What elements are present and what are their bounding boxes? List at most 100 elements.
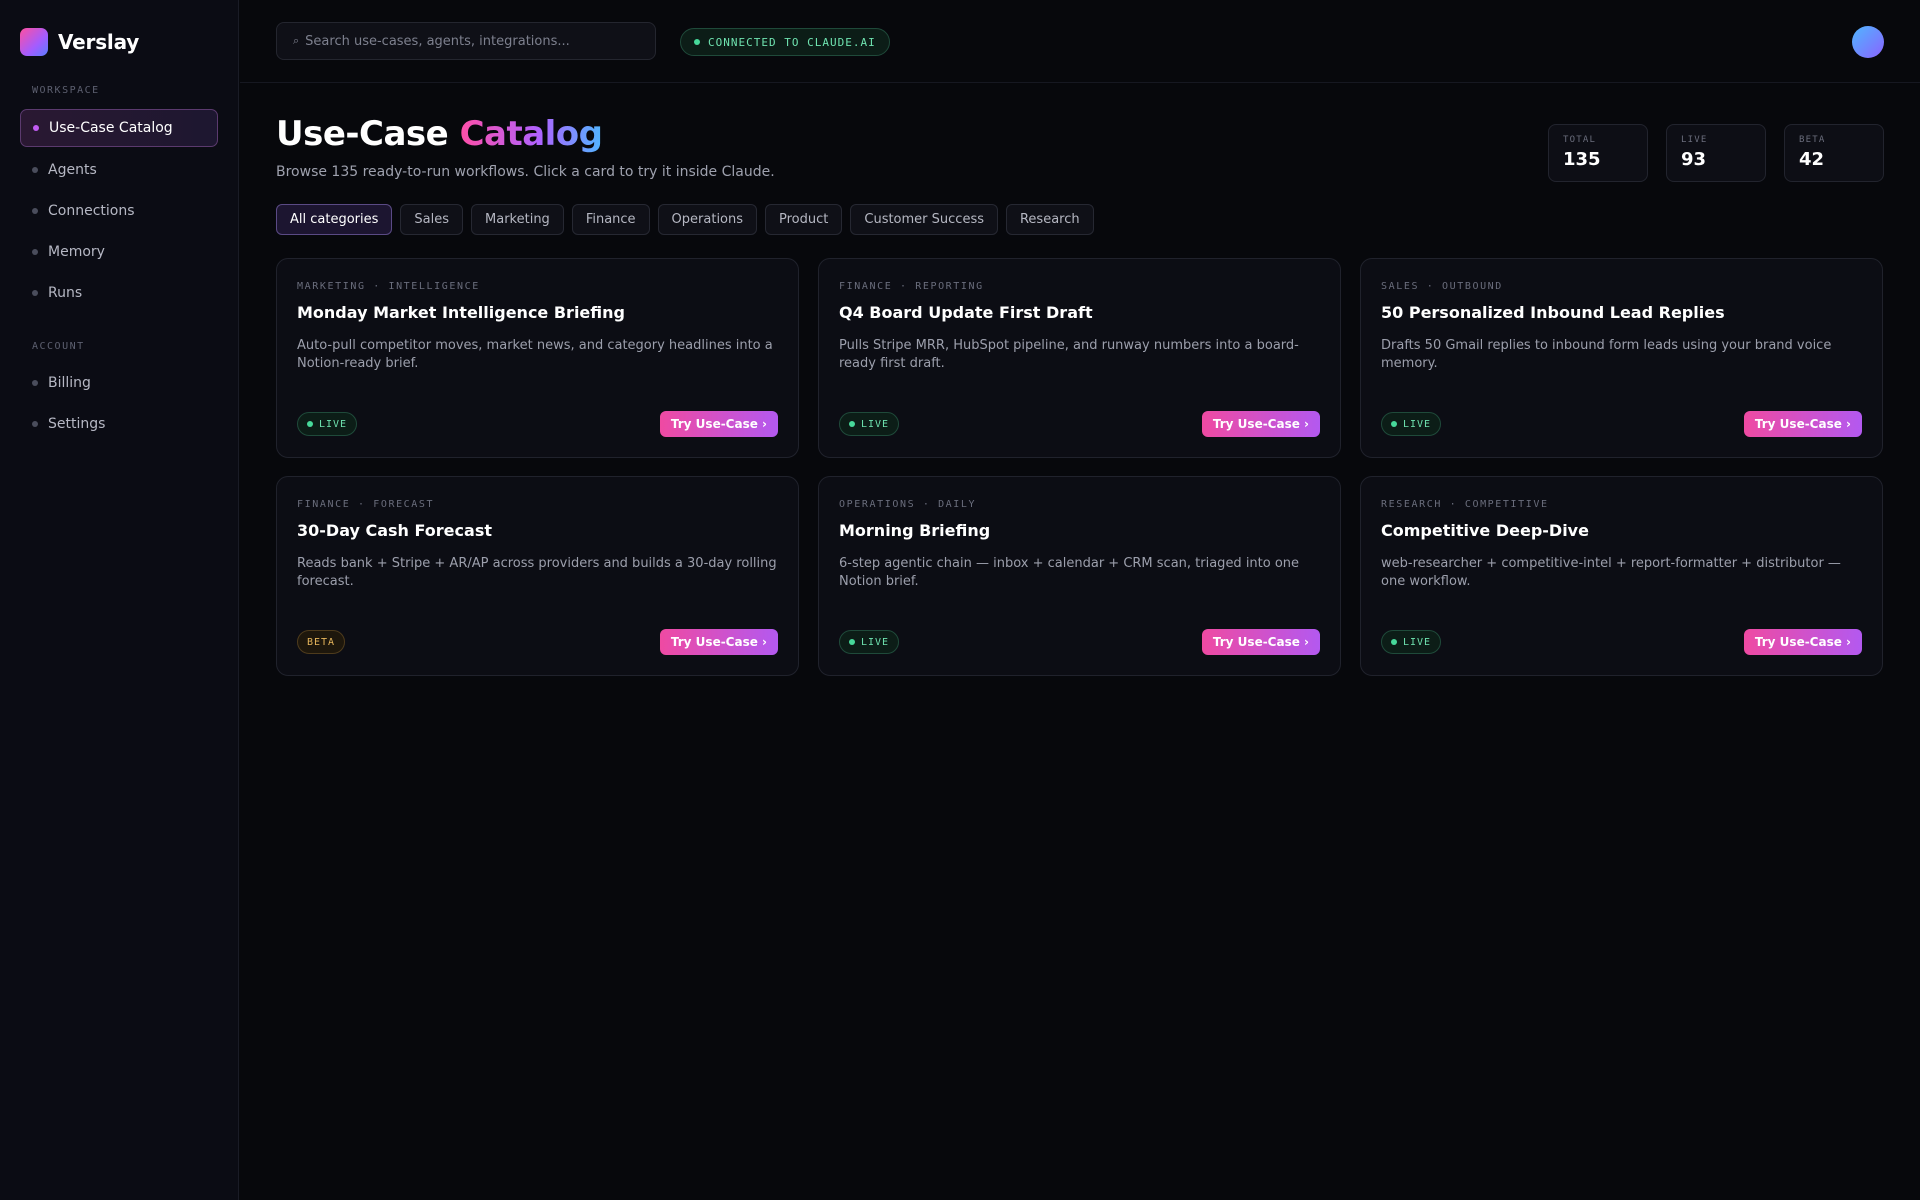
- status-dot-icon: [1391, 421, 1397, 427]
- try-use-case-button[interactable]: Try Use-Case ›: [659, 629, 778, 655]
- stat-label: TOTAL: [1563, 135, 1597, 145]
- filter-research[interactable]: Research: [1005, 204, 1094, 235]
- nav-dot-icon: [32, 290, 38, 296]
- nav-section-account: ACCOUNT: [32, 341, 85, 352]
- avatar[interactable]: [1852, 26, 1884, 58]
- status-badge: LIVE: [1381, 412, 1442, 436]
- search-box[interactable]: ⌕: [276, 22, 656, 60]
- use-case-card[interactable]: FINANCE · REPORTING Q4 Board Update Firs…: [818, 258, 1341, 458]
- stat-value: 42: [1799, 149, 1825, 170]
- sidebar-item-billing[interactable]: Billing: [20, 364, 218, 402]
- status-badge: LIVE: [839, 630, 900, 654]
- try-use-case-button[interactable]: Try Use-Case ›: [1743, 629, 1862, 655]
- card-category: RESEARCH · COMPETITIVE: [1381, 499, 1549, 510]
- sidebar-item-label: Settings: [48, 416, 106, 432]
- use-case-card[interactable]: FINANCE · FORECAST 30-Day Cash Forecast …: [276, 476, 799, 676]
- filter-marketing[interactable]: Marketing: [471, 204, 564, 235]
- sidebar-item-use-case-catalog[interactable]: Use-Case Catalog: [20, 109, 218, 147]
- card-category: FINANCE · FORECAST: [297, 499, 435, 510]
- sidebar-item-memory[interactable]: Memory: [20, 233, 218, 271]
- use-case-card[interactable]: MARKETING · INTELLIGENCE Monday Market I…: [276, 258, 799, 458]
- sidebar-item-label: Runs: [48, 285, 83, 301]
- sidebar-item-label: Billing: [48, 375, 91, 391]
- card-description: Drafts 50 Gmail replies to inbound form …: [1381, 338, 1832, 371]
- status-badge: BETA: [297, 630, 346, 654]
- card-title: Morning Briefing: [839, 521, 991, 540]
- stats-row: TOTAL 135 LIVE 93 BETA 42: [1548, 124, 1884, 182]
- page-title: Use-Case Catalog: [276, 114, 603, 154]
- card-title: 50 Personalized Inbound Lead Replies: [1381, 303, 1725, 322]
- use-case-card[interactable]: RESEARCH · COMPETITIVE Competitive Deep-…: [1360, 476, 1883, 676]
- nav-dot-icon: [32, 421, 38, 427]
- sidebar-item-settings[interactable]: Settings: [20, 405, 218, 443]
- brand-logo-icon: [20, 28, 48, 56]
- page-subtitle: Browse 135 ready-to-run workflows. Click…: [276, 164, 775, 180]
- nav-dot-icon: [32, 380, 38, 386]
- status-dot-icon: [694, 39, 700, 45]
- status-badge: LIVE: [1381, 630, 1442, 654]
- card-category: SALES · OUTBOUND: [1381, 281, 1503, 292]
- card-title: Q4 Board Update First Draft: [839, 303, 1093, 322]
- stat-beta: BETA 42: [1784, 124, 1884, 182]
- status-label: LIVE: [319, 418, 348, 430]
- sidebar-item-label: Connections: [48, 203, 135, 219]
- filter-finance[interactable]: Finance: [571, 204, 650, 235]
- connection-status-label: CONNECTED TO CLAUDE.AI: [708, 35, 876, 49]
- status-dot-icon: [849, 639, 855, 645]
- status-label: LIVE: [1403, 418, 1432, 430]
- status-dot-icon: [307, 421, 313, 427]
- card-description: Reads bank + Stripe + AR/AP across provi…: [297, 556, 777, 589]
- card-description: 6-step agentic chain — inbox + calendar …: [839, 556, 1300, 589]
- status-label: LIVE: [861, 418, 890, 430]
- card-description: Pulls Stripe MRR, HubSpot pipeline, and …: [839, 338, 1299, 371]
- card-description: Auto-pull competitor moves, market news,…: [297, 338, 773, 371]
- status-dot-icon: [1391, 639, 1397, 645]
- try-use-case-button[interactable]: Try Use-Case ›: [1201, 411, 1320, 437]
- filter-product[interactable]: Product: [765, 204, 843, 235]
- card-title: 30-Day Cash Forecast: [297, 521, 492, 540]
- card-category: OPERATIONS · DAILY: [839, 499, 977, 510]
- sidebar: Verslay WORKSPACE Use-Case Catalog Agent…: [0, 0, 239, 1200]
- status-label: LIVE: [1403, 636, 1432, 648]
- nav-dot-icon: [33, 125, 39, 131]
- use-case-grid: MARKETING · INTELLIGENCE Monday Market I…: [276, 258, 1884, 676]
- try-use-case-button[interactable]: Try Use-Case ›: [659, 411, 778, 437]
- filter-operations[interactable]: Operations: [657, 204, 758, 235]
- filter-sales[interactable]: Sales: [400, 204, 464, 235]
- card-description: web-researcher + competitive-intel + rep…: [1381, 556, 1841, 589]
- sidebar-item-label: Agents: [48, 162, 97, 178]
- connection-status-badge: CONNECTED TO CLAUDE.AI: [680, 28, 890, 56]
- status-dot-icon: [849, 421, 855, 427]
- search-icon: ⌕: [293, 34, 300, 47]
- category-filters: All categories Sales Marketing Finance O…: [276, 204, 1094, 235]
- card-title: Monday Market Intelligence Briefing: [297, 303, 625, 322]
- use-case-card[interactable]: OPERATIONS · DAILY Morning Briefing 6-st…: [818, 476, 1341, 676]
- sidebar-item-runs[interactable]: Runs: [20, 274, 218, 312]
- filter-customer-success[interactable]: Customer Success: [850, 204, 998, 235]
- filter-all-categories[interactable]: All categories: [276, 204, 393, 235]
- stat-value: 93: [1681, 149, 1707, 170]
- top-bar: ⌕ CONNECTED TO CLAUDE.AI: [240, 0, 1920, 83]
- sidebar-item-label: Use-Case Catalog: [49, 120, 173, 136]
- stat-label: BETA: [1799, 135, 1826, 145]
- sidebar-item-agents[interactable]: Agents: [20, 151, 218, 189]
- search-input[interactable]: [305, 33, 626, 49]
- use-case-card[interactable]: SALES · OUTBOUND 50 Personalized Inbound…: [1360, 258, 1883, 458]
- status-badge: LIVE: [297, 412, 358, 436]
- nav-dot-icon: [32, 208, 38, 214]
- nav-dot-icon: [32, 249, 38, 255]
- page-title-accent: Catalog: [459, 114, 603, 154]
- try-use-case-button[interactable]: Try Use-Case ›: [1743, 411, 1862, 437]
- sidebar-item-connections[interactable]: Connections: [20, 192, 218, 230]
- stat-value: 135: [1563, 149, 1601, 170]
- card-category: FINANCE · REPORTING: [839, 281, 984, 292]
- try-use-case-button[interactable]: Try Use-Case ›: [1201, 629, 1320, 655]
- sidebar-item-label: Memory: [48, 244, 105, 260]
- stat-label: LIVE: [1681, 135, 1708, 145]
- brand[interactable]: Verslay: [20, 28, 139, 56]
- card-category: MARKETING · INTELLIGENCE: [297, 281, 480, 292]
- page-title-main: Use-Case: [276, 114, 449, 154]
- stat-live: LIVE 93: [1666, 124, 1766, 182]
- status-label: LIVE: [861, 636, 890, 648]
- nav-section-workspace: WORKSPACE: [32, 85, 100, 96]
